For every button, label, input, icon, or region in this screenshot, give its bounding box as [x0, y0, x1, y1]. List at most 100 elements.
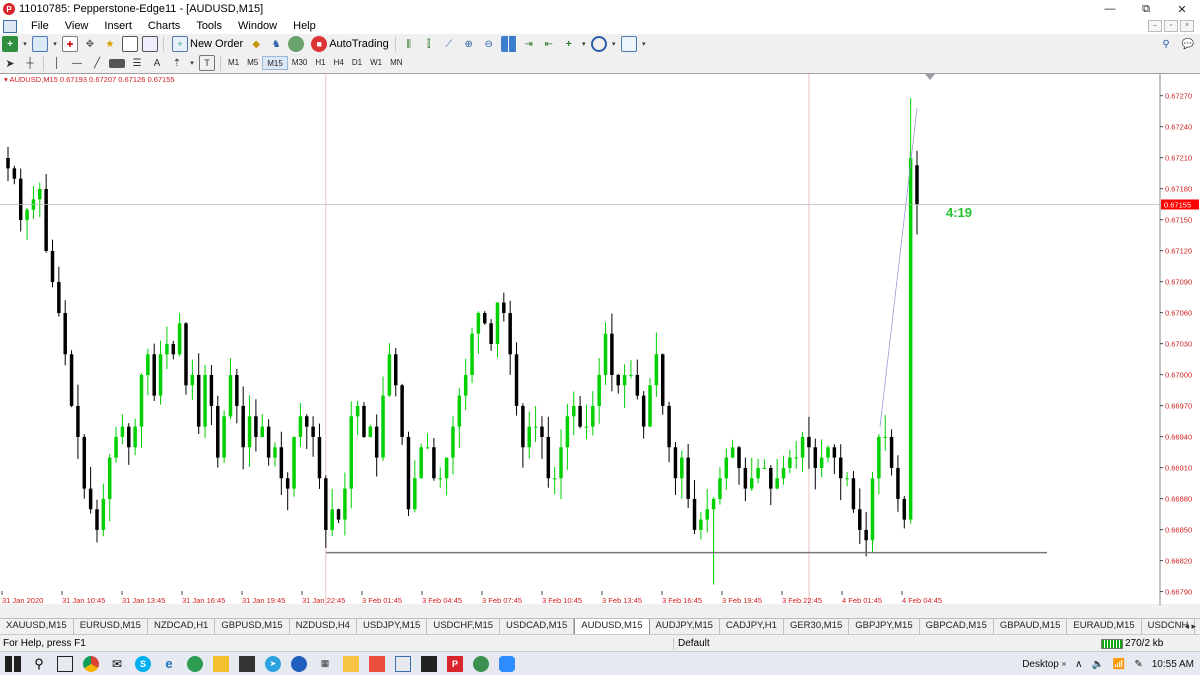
- menu-tools[interactable]: Tools: [188, 20, 230, 32]
- menu-charts[interactable]: Charts: [140, 20, 188, 32]
- templates-icon[interactable]: [620, 36, 637, 52]
- chart-restore-button[interactable]: ▫: [1164, 20, 1178, 32]
- navigator-icon[interactable]: ★: [102, 36, 118, 52]
- close-button[interactable]: ✕: [1164, 0, 1200, 18]
- edge-icon[interactable]: e: [161, 656, 177, 672]
- trendline-icon[interactable]: ╱: [89, 55, 105, 71]
- channel-icon[interactable]: [109, 58, 125, 68]
- arrows-tool-icon[interactable]: ⇡: [169, 55, 185, 71]
- pen-icon[interactable]: ✎: [1134, 659, 1142, 670]
- file-explorer-icon[interactable]: [343, 655, 359, 672]
- zoom-out-icon[interactable]: ⊖: [481, 36, 497, 52]
- desktop-toolbar-label[interactable]: Desktop »: [1022, 659, 1066, 670]
- timeframe-w1[interactable]: W1: [366, 56, 386, 70]
- horizontal-line-icon[interactable]: —: [69, 55, 85, 71]
- timeframe-h1[interactable]: H1: [311, 56, 329, 70]
- periods-clock-icon[interactable]: [590, 36, 607, 52]
- chart-app-icon[interactable]: [421, 655, 437, 672]
- symbol-tab[interactable]: GBPJPY,M15: [849, 619, 920, 634]
- symbol-tab[interactable]: USDCHF,M15: [427, 619, 501, 634]
- symbol-tab[interactable]: AUDJPY,M15: [650, 619, 720, 634]
- mail-icon[interactable]: ✉: [109, 656, 125, 672]
- menu-file[interactable]: File: [23, 20, 57, 32]
- symbol-tab[interactable]: USDJPY,M15: [357, 619, 428, 634]
- tray-up-arrow-icon[interactable]: ∧: [1075, 659, 1082, 670]
- symbol-tab[interactable]: GBPCAD,M15: [920, 619, 994, 634]
- task-view-icon[interactable]: [57, 655, 73, 672]
- minimize-button[interactable]: —: [1092, 0, 1128, 18]
- metaeditor-icon[interactable]: ◆: [248, 36, 264, 52]
- dropdown-arrow-icon[interactable]: ▾: [52, 36, 58, 52]
- timeframe-m15[interactable]: M15: [262, 56, 288, 70]
- photos-icon[interactable]: [187, 655, 203, 672]
- telegram-icon[interactable]: ➤: [265, 655, 281, 672]
- timeframe-h4[interactable]: H4: [330, 56, 348, 70]
- wifi-icon[interactable]: 📶: [1113, 659, 1125, 670]
- cursor-icon[interactable]: ➤: [2, 55, 18, 71]
- market-icon[interactable]: [288, 36, 305, 52]
- symbol-tab[interactable]: AUDUSD,M15: [574, 619, 650, 634]
- screenshot-app-icon[interactable]: [395, 655, 411, 672]
- chrome-icon[interactable]: [83, 655, 99, 672]
- volume-icon[interactable]: 🔈: [1091, 659, 1103, 670]
- dropdown-arrow-icon[interactable]: ▾: [611, 36, 617, 52]
- search-icon[interactable]: ⚲: [1158, 36, 1174, 52]
- dropdown-arrow-icon[interactable]: ▾: [641, 36, 647, 52]
- chat-icon[interactable]: 💬: [1178, 36, 1198, 52]
- tab-scroll-arrows[interactable]: ◂ ▸: [1184, 621, 1196, 632]
- zoom-in-icon[interactable]: ⊕: [461, 36, 477, 52]
- bar-chart-icon[interactable]: ⫼: [401, 36, 417, 52]
- text-tool-icon[interactable]: A: [149, 55, 165, 71]
- autotrading-button[interactable]: ■ AutoTrading: [306, 36, 392, 52]
- chart-minimize-button[interactable]: –: [1148, 20, 1162, 32]
- chart-close-button[interactable]: ×: [1180, 20, 1194, 32]
- skype-icon[interactable]: S: [135, 655, 151, 672]
- chart-window[interactable]: ▾ AUDUSD,M15 0.67193 0.67207 0.67126 0.6…: [0, 73, 1200, 605]
- game-icon[interactable]: [369, 655, 385, 672]
- symbol-tab[interactable]: EURAUD,M15: [1067, 619, 1142, 634]
- menu-insert[interactable]: Insert: [96, 20, 140, 32]
- chart-window-icon[interactable]: [3, 19, 17, 33]
- auto-scroll-icon[interactable]: ⇥: [521, 36, 537, 52]
- vertical-line-icon[interactable]: │: [49, 55, 65, 71]
- timeframe-m1[interactable]: M1: [224, 56, 243, 70]
- symbol-tab[interactable]: CADJPY,H1: [720, 619, 784, 634]
- crosshair-icon[interactable]: ┼: [22, 55, 38, 71]
- new-chart-icon[interactable]: +: [2, 36, 18, 52]
- timeframe-m5[interactable]: M5: [243, 56, 262, 70]
- store-icon[interactable]: [213, 655, 229, 672]
- calculator-icon[interactable]: [239, 655, 255, 672]
- line-chart-icon[interactable]: ⟋: [441, 36, 457, 52]
- symbol-tab[interactable]: GBPUSD,M15: [215, 619, 290, 634]
- pepperstone-taskbar-icon[interactable]: P: [447, 655, 463, 672]
- strategy-tester-icon[interactable]: [142, 36, 158, 52]
- signals-icon[interactable]: ♞: [268, 36, 284, 52]
- connection-status[interactable]: 270/2 kb: [1101, 638, 1163, 649]
- price-chart[interactable]: 0.67270 0.67240 0.67210 0.67180 0.67150 0.671…: [0, 74, 1200, 605]
- symbol-tab[interactable]: GER30,M15: [784, 619, 850, 634]
- symbol-tab[interactable]: EURUSD,M15: [74, 619, 148, 634]
- terminal-icon[interactable]: [122, 36, 138, 52]
- browser-app-icon[interactable]: [473, 655, 489, 672]
- symbol-tab[interactable]: GBPAUD,M15: [994, 619, 1068, 634]
- network-app-icon[interactable]: ▦: [317, 656, 333, 672]
- timeframe-m30[interactable]: M30: [288, 56, 312, 70]
- search-icon[interactable]: ⚲: [31, 656, 47, 672]
- symbol-tab[interactable]: NZDCAD,H1: [148, 619, 216, 634]
- market-watch-icon[interactable]: ✚: [62, 36, 78, 52]
- fibonacci-icon[interactable]: ☰: [129, 55, 145, 71]
- dropdown-arrow-icon[interactable]: ▾: [22, 36, 28, 52]
- symbol-tab[interactable]: XAUUSD,M15: [0, 619, 74, 634]
- candlestick-chart-icon[interactable]: ⫿: [421, 36, 437, 52]
- dropdown-arrow-icon[interactable]: ▾: [581, 36, 587, 52]
- new-order-button[interactable]: + New Order: [167, 36, 246, 52]
- tile-windows-icon[interactable]: [500, 36, 517, 52]
- chart-shift-icon[interactable]: ⇤: [541, 36, 557, 52]
- profiles-icon[interactable]: [32, 36, 48, 52]
- settings-app-icon[interactable]: [291, 655, 307, 672]
- symbol-tab[interactable]: USDCAD,M15: [500, 619, 575, 634]
- menu-help[interactable]: Help: [285, 20, 324, 32]
- clock[interactable]: 10:55 AM: [1152, 659, 1194, 670]
- data-window-icon[interactable]: ✥: [82, 36, 98, 52]
- timeframe-d1[interactable]: D1: [348, 56, 366, 70]
